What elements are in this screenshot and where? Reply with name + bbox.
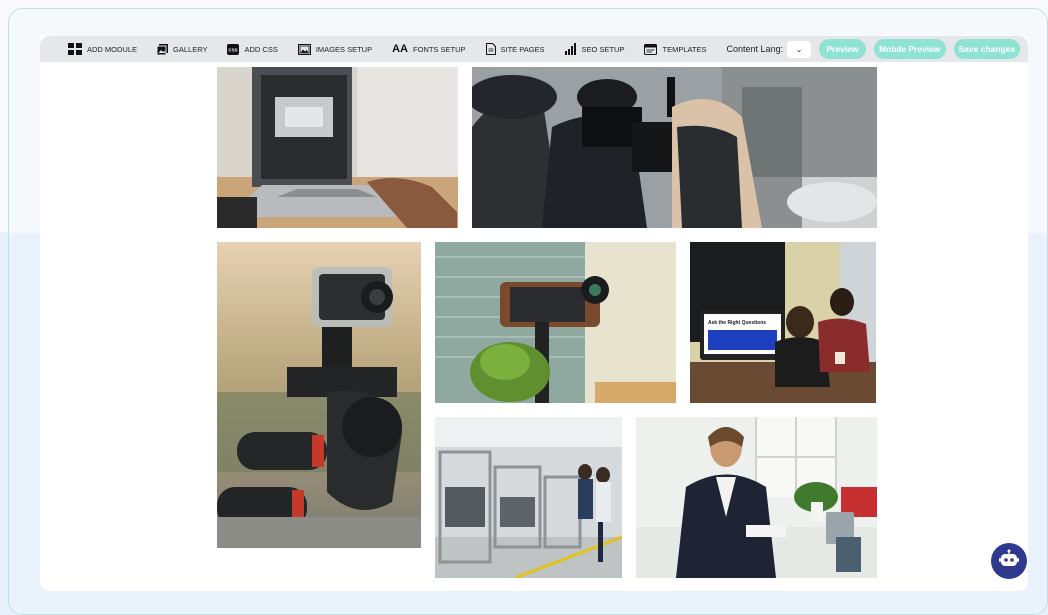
seo-setup-button[interactable]: SEO SETUP <box>564 43 625 55</box>
add-css-label: ADD CSS <box>244 44 278 54</box>
chevron-down-icon: ⌄ <box>795 44 803 54</box>
templates-icon <box>644 43 658 55</box>
fonts-icon: Aa <box>392 43 408 55</box>
gallery-icon <box>157 43 169 55</box>
gallery-image-meeting[interactable]: Ask the Right Questions <box>690 242 876 403</box>
chat-bot-button[interactable] <box>991 543 1027 579</box>
gallery-image-call-center[interactable] <box>636 417 877 578</box>
gallery-button[interactable]: GALLERY <box>157 43 208 55</box>
document-icon <box>485 43 496 55</box>
save-changes-button[interactable]: Save changes <box>953 39 1020 59</box>
add-module-button[interactable]: ADD MODULE <box>68 43 137 55</box>
image-icon <box>297 43 311 55</box>
fonts-setup-label: FONTS SETUP <box>412 44 466 54</box>
content-lang-select[interactable]: ⌄ <box>787 40 811 58</box>
gallery-image-laptop[interactable] <box>217 67 458 228</box>
gallery-image-action-camera[interactable] <box>217 242 421 548</box>
images-setup-label: IMAGES SETUP <box>315 44 373 54</box>
gallery-label: GALLERY <box>173 44 208 54</box>
site-pages-label: SITE PAGES <box>500 44 545 54</box>
gallery-image-film-crew[interactable] <box>472 67 877 228</box>
css-icon: CSS <box>227 43 240 55</box>
gallery-image-factory[interactable] <box>435 417 622 578</box>
grid-icon <box>68 43 82 55</box>
robot-icon <box>998 548 1020 575</box>
preview-button[interactable]: Preview <box>819 39 866 59</box>
seo-setup-label: SEO SETUP <box>581 44 625 54</box>
site-pages-button[interactable]: SITE PAGES <box>485 43 545 55</box>
gallery-image-gimbal[interactable] <box>435 242 676 403</box>
css-badge-text: CSS <box>229 47 238 52</box>
templates-label: TEMPLATES <box>662 44 707 54</box>
monitor-headline: Ask the Right Questions <box>708 320 766 326</box>
images-setup-button[interactable]: IMAGES SETUP <box>297 43 373 55</box>
seo-chart-icon <box>564 43 577 55</box>
content-lang-label: Content Lang: <box>726 44 784 54</box>
editor-toolbar: ADD MODULE GALLERY CSS ADD CSS IMAGES SE… <box>40 36 1028 62</box>
add-css-button[interactable]: CSS ADD CSS <box>227 43 278 55</box>
fonts-setup-button[interactable]: Aa FONTS SETUP <box>392 43 465 55</box>
templates-button[interactable]: TEMPLATES <box>644 43 707 55</box>
mobile-preview-button[interactable]: Mobile Preview <box>873 39 946 59</box>
add-module-label: ADD MODULE <box>87 44 138 54</box>
